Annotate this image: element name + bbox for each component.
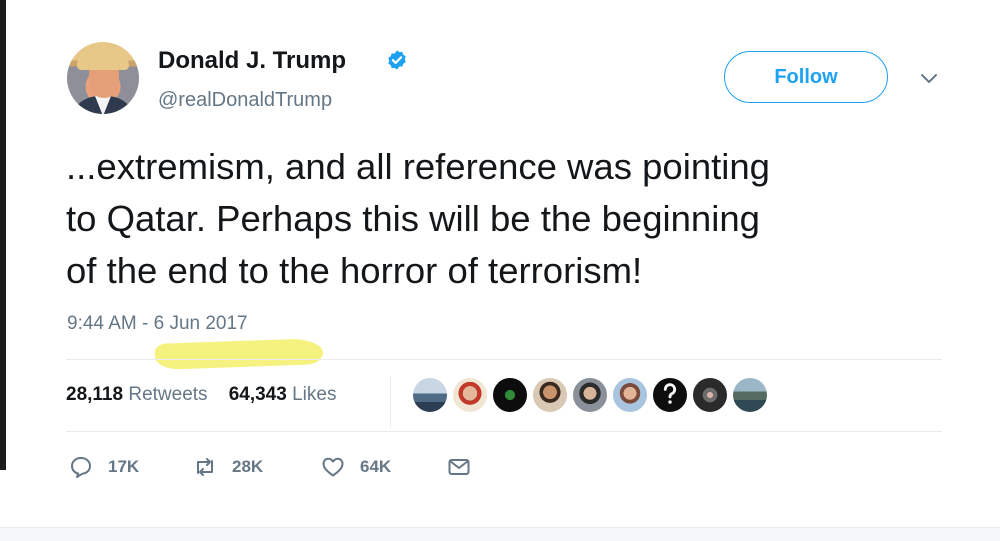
reply-icon <box>71 457 91 478</box>
liker-avatar[interactable] <box>412 377 448 413</box>
divider-top <box>66 359 942 360</box>
envelope-icon <box>448 459 470 475</box>
reply-count: 17K <box>108 457 140 476</box>
likes-count: 64,343 <box>228 384 287 405</box>
retweets-label: Retweets <box>128 384 208 405</box>
verified-badge-icon <box>388 50 406 70</box>
avatar-hair <box>77 48 129 70</box>
retweets-stat[interactable]: 28,118 Retweets <box>66 384 208 405</box>
likes-label: Likes <box>292 384 337 405</box>
liker-avatar[interactable] <box>732 377 768 413</box>
author-avatar[interactable] <box>67 42 139 114</box>
retweet-button[interactable]: 28K <box>192 454 263 480</box>
tweet-text-line-1: ...extremism, and all reference was poin… <box>66 146 770 187</box>
direct-message-button[interactable] <box>446 454 486 480</box>
tweet-text-line-3: of the end to the horror of terrorism! <box>66 250 643 291</box>
follow-button[interactable]: Follow <box>724 51 888 103</box>
retweets-count: 28,118 <box>66 384 124 405</box>
liker-avatar[interactable] <box>572 377 608 413</box>
heart-icon <box>322 457 344 477</box>
retweet-count: 28K <box>232 457 264 476</box>
liker-avatar[interactable] <box>692 377 728 413</box>
liker-avatar[interactable] <box>612 377 648 413</box>
likes-stat[interactable]: 64,343 Likes <box>229 384 337 405</box>
tweet-text: ...extremism, and all reference was poin… <box>66 141 966 297</box>
engagement-stats: 28,118 Retweets 64,343 Likes <box>66 384 336 406</box>
chevron-down-icon[interactable] <box>918 71 940 87</box>
retweet-icon <box>197 458 213 476</box>
like-count: 64K <box>360 457 392 476</box>
bottom-bar <box>0 527 1000 541</box>
liker-avatar[interactable] <box>652 377 688 413</box>
window-edge <box>0 0 6 470</box>
liker-avatar[interactable] <box>492 377 528 413</box>
author-handle[interactable]: @realDonaldTrump <box>158 89 332 112</box>
divider-bottom <box>66 431 942 432</box>
stats-divider <box>390 376 391 428</box>
liker-avatar[interactable] <box>452 377 488 413</box>
like-button[interactable]: 64K <box>320 454 391 480</box>
reply-button[interactable]: 17K <box>68 454 139 480</box>
highlighter-mark <box>154 338 324 370</box>
tweet-timestamp[interactable]: 9:44 AM - 6 Jun 2017 <box>67 313 248 335</box>
question-mark-icon <box>663 383 677 404</box>
liker-avatar[interactable] <box>532 377 568 413</box>
tweet-text-line-2: to Qatar. Perhaps this will be the begin… <box>66 198 760 239</box>
author-name[interactable]: Donald J. Trump <box>158 47 346 75</box>
